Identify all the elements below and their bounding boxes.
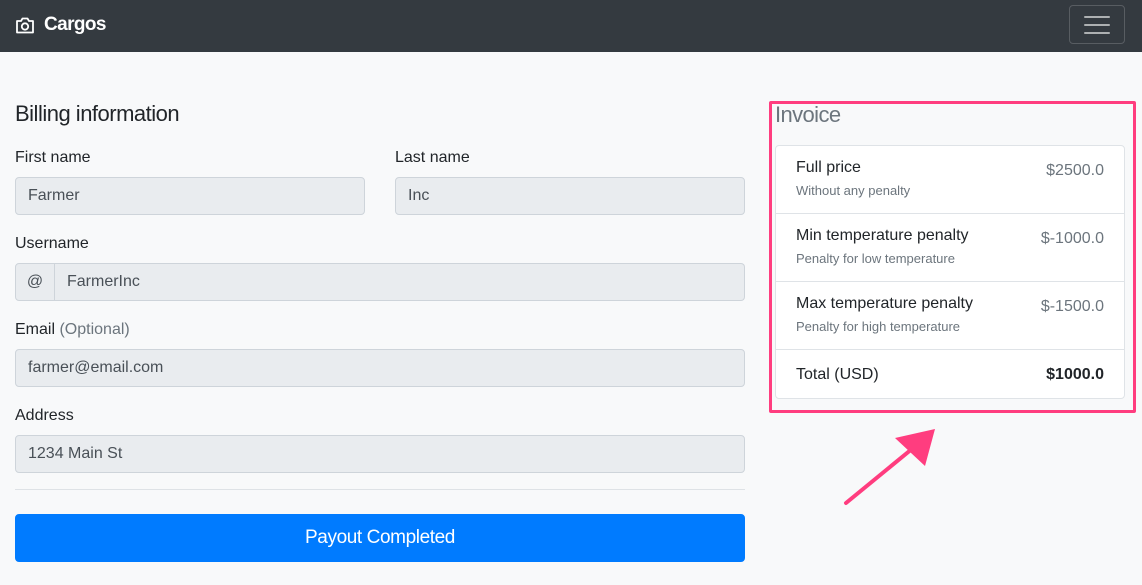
username-prefix: @ bbox=[15, 263, 55, 301]
brand-link[interactable]: Cargos bbox=[15, 12, 106, 38]
hamburger-line bbox=[1084, 23, 1110, 26]
address-label: Address bbox=[15, 407, 74, 424]
list-item: Full price Without any penalty $2500.0 bbox=[776, 146, 1124, 214]
first-name-field[interactable]: Farmer bbox=[15, 177, 365, 215]
item-value: $2500.0 bbox=[1046, 162, 1104, 179]
annotation-arrow-icon bbox=[844, 429, 935, 505]
list-item: Min temperature penalty Penalty for low … bbox=[776, 214, 1124, 282]
hamburger-line bbox=[1084, 31, 1110, 34]
brand-name: Cargos bbox=[44, 14, 106, 35]
item-title: Max temperature penalty bbox=[796, 295, 973, 312]
billing-heading: Billing information bbox=[15, 101, 180, 126]
total-label: Total (USD) bbox=[796, 366, 879, 383]
email-label-text: Email bbox=[15, 321, 56, 338]
item-subtitle: Penalty for low temperature bbox=[796, 251, 955, 266]
item-title: Min temperature penalty bbox=[796, 227, 969, 244]
last-name-field[interactable]: Inc bbox=[395, 177, 745, 215]
last-name-label: Last name bbox=[395, 149, 470, 166]
first-name-label: First name bbox=[15, 149, 91, 166]
hamburger-menu-icon bbox=[1084, 15, 1110, 18]
username-label: Username bbox=[15, 235, 89, 252]
item-value: $-1000.0 bbox=[1040, 230, 1104, 247]
list-item: Max temperature penalty Penalty for high… bbox=[776, 282, 1124, 350]
camera-icon bbox=[15, 17, 35, 34]
item-subtitle: Without any penalty bbox=[796, 183, 911, 198]
item-value: $-1500.0 bbox=[1040, 298, 1104, 315]
payout-button[interactable]: Payout Completed bbox=[15, 514, 745, 562]
total-row: Total (USD) $1000.0 bbox=[776, 350, 1124, 398]
email-label: Email (Optional) bbox=[15, 320, 130, 340]
item-title: Full price bbox=[796, 159, 861, 176]
invoice-list: Full price Without any penalty $2500.0 M… bbox=[775, 145, 1125, 399]
total-value: $1000.0 bbox=[1046, 366, 1104, 383]
divider bbox=[15, 489, 745, 490]
navbar: Cargos bbox=[0, 0, 1142, 52]
item-subtitle: Penalty for high temperature bbox=[796, 319, 961, 334]
invoice-heading: Invoice bbox=[775, 102, 841, 127]
email-optional-text: (Optional) bbox=[59, 321, 130, 338]
navbar-toggle-button[interactable] bbox=[1069, 5, 1125, 44]
email-field[interactable]: farmer@email.com bbox=[15, 349, 745, 387]
username-field[interactable]: FarmerInc bbox=[55, 263, 745, 301]
address-field[interactable]: 1234 Main St bbox=[15, 435, 745, 473]
username-input-group: @ FarmerInc bbox=[15, 263, 745, 301]
